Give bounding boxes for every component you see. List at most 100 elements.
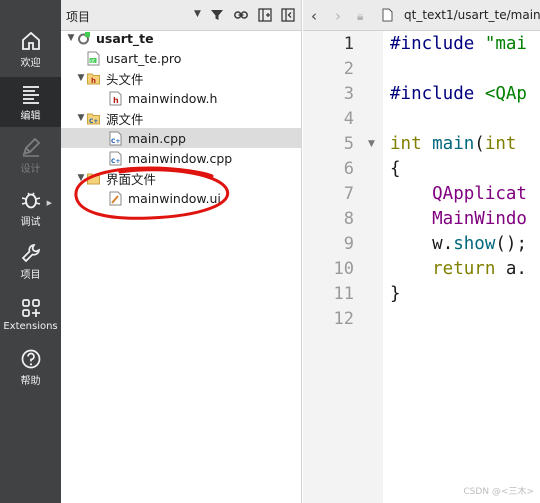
- svg-text:C+: C+: [89, 118, 98, 125]
- help-icon: [21, 349, 40, 368]
- tree-item-label: 界面文件: [106, 171, 157, 187]
- mode-help[interactable]: 帮助: [0, 342, 61, 392]
- code-token: w: [390, 234, 443, 254]
- split-icon[interactable]: [255, 6, 275, 24]
- line-number-gutter: 1 2 3 4 5 ▼ 6 7 8 9 10 11 12: [303, 31, 383, 503]
- code-line-3[interactable]: #include <QAp: [390, 82, 527, 107]
- mode-label-welcome: 欢迎: [20, 57, 41, 69]
- code-line-6[interactable]: {: [390, 157, 401, 182]
- tree-item-main-cpp[interactable]: C+ main.cpp: [61, 128, 301, 148]
- mode-label-design: 设计: [20, 163, 41, 175]
- mode-extensions[interactable]: Extensions: [0, 289, 61, 339]
- line-number: 6: [343, 159, 354, 179]
- mode-debug[interactable]: ▶ 调试: [0, 183, 61, 233]
- mode-label-debug: 调试: [20, 216, 41, 228]
- code-token: .: [442, 234, 454, 254]
- debug-menu-arrow-icon: ▶: [46, 199, 52, 207]
- code-line-7[interactable]: QApplicat: [390, 182, 527, 207]
- tree-item-label: mainwindow.cpp: [128, 150, 233, 166]
- code-token: }: [390, 284, 401, 304]
- code-token: (: [474, 134, 485, 154]
- tree-folder-forms[interactable]: ▼ 界面文件: [75, 168, 315, 188]
- pro-file-icon: qt: [87, 51, 100, 66]
- tree-item-pro-file[interactable]: qt usart_te.pro: [87, 48, 327, 68]
- editor-toolbar: ‹ › 🔒︎ qt_text1/usart_te/main.c: [303, 0, 540, 31]
- close-sidebar-icon[interactable]: [278, 6, 298, 24]
- code-token: #include: [390, 84, 485, 104]
- form-folder-icon: [87, 171, 100, 186]
- expand-arrow-icon[interactable]: ▼: [75, 73, 87, 83]
- code-token: int: [484, 134, 517, 154]
- line-number: 5: [343, 134, 354, 154]
- mode-label-extensions: Extensions: [3, 320, 58, 332]
- svg-text:qt: qt: [90, 58, 95, 64]
- expand-arrow-icon[interactable]: ▼: [65, 33, 77, 43]
- line-number: 11: [333, 284, 354, 304]
- expand-arrow-icon[interactable]: ▼: [75, 113, 87, 123]
- ui-file-icon: [109, 191, 122, 206]
- tree-item-label: main.cpp: [128, 130, 186, 146]
- back-arrow-icon[interactable]: ‹: [311, 7, 317, 25]
- project-panel-toolbar: 项目 ▼: [61, 0, 301, 31]
- lock-icon[interactable]: 🔒︎: [357, 9, 363, 24]
- pen-icon: [22, 137, 40, 157]
- tree-item-label: mainwindow.h: [128, 90, 218, 106]
- tree-item-label: 头文件: [106, 71, 144, 87]
- svg-text:h: h: [113, 96, 119, 105]
- code-line-9[interactable]: w.show();: [390, 232, 527, 257]
- forward-arrow-icon[interactable]: ›: [335, 7, 341, 25]
- line-number: 3: [343, 84, 354, 104]
- mode-welcome[interactable]: 欢迎: [0, 24, 61, 74]
- code-editor: ‹ › 🔒︎ qt_text1/usart_te/main.c 1 2 3 4 …: [303, 0, 540, 503]
- fold-marker-icon[interactable]: ▼: [368, 139, 375, 149]
- code-line-5[interactable]: int main(int: [390, 132, 516, 157]
- code-line-11[interactable]: }: [390, 282, 401, 307]
- code-token: ();: [495, 234, 527, 254]
- code-token: QApplicat: [390, 184, 527, 204]
- code-token: #include: [390, 34, 485, 54]
- code-token: int: [390, 134, 422, 154]
- tree-item-label: 源文件: [106, 111, 144, 127]
- filter-icon[interactable]: [207, 6, 227, 24]
- project-view-selector[interactable]: 项目: [66, 8, 90, 25]
- link-icon[interactable]: [231, 6, 251, 24]
- mode-edit[interactable]: 编辑: [0, 77, 61, 127]
- code-token: MainWindo: [390, 209, 527, 229]
- tree-project-root[interactable]: ▼ usart_te: [65, 28, 305, 48]
- line-number: 9: [343, 234, 354, 254]
- header-folder-icon: h: [87, 71, 100, 86]
- line-number: 2: [343, 59, 354, 79]
- tree-folder-headers[interactable]: ▼ h 头文件: [75, 68, 315, 88]
- file-icon: [382, 8, 393, 26]
- cpp-file-icon: C+: [109, 131, 122, 146]
- expand-arrow-icon[interactable]: ▼: [75, 173, 87, 183]
- mode-label-projects: 项目: [20, 269, 41, 281]
- chevron-down-icon[interactable]: ▼: [194, 9, 201, 19]
- mode-label-edit: 编辑: [20, 110, 41, 122]
- extensions-grid-icon: [21, 298, 40, 317]
- line-number: 10: [333, 259, 354, 279]
- mode-sidebar: 欢迎 编辑 设计 ▶ 调试 项目 Extensions 帮助: [0, 0, 61, 503]
- bug-icon: [21, 192, 40, 208]
- header-file-icon: h: [109, 91, 122, 106]
- line-number: 8: [343, 209, 354, 229]
- svg-text:C+: C+: [111, 138, 120, 145]
- document-breadcrumb[interactable]: qt_text1/usart_te/main.c: [404, 8, 540, 22]
- source-folder-icon: C+: [87, 111, 100, 126]
- mode-label-help: 帮助: [20, 375, 41, 387]
- code-token: "mai: [484, 34, 527, 54]
- mode-design[interactable]: 设计: [0, 130, 61, 180]
- tree-item-label: usart_te.pro: [106, 50, 182, 66]
- code-line-10[interactable]: return a.: [390, 257, 527, 282]
- code-token: main: [421, 134, 475, 154]
- svg-text:h: h: [91, 77, 96, 85]
- code-token: show: [453, 234, 496, 254]
- tree-item-label: mainwindow.ui: [128, 190, 221, 206]
- tree-folder-sources[interactable]: ▼ C+ 源文件: [75, 108, 315, 128]
- code-token: {: [390, 159, 401, 179]
- code-token: return: [390, 259, 496, 279]
- code-line-8[interactable]: MainWindo: [390, 207, 527, 232]
- code-line-1[interactable]: #include "mai: [390, 32, 527, 57]
- mode-projects[interactable]: 项目: [0, 236, 61, 286]
- code-token: a.: [495, 259, 527, 279]
